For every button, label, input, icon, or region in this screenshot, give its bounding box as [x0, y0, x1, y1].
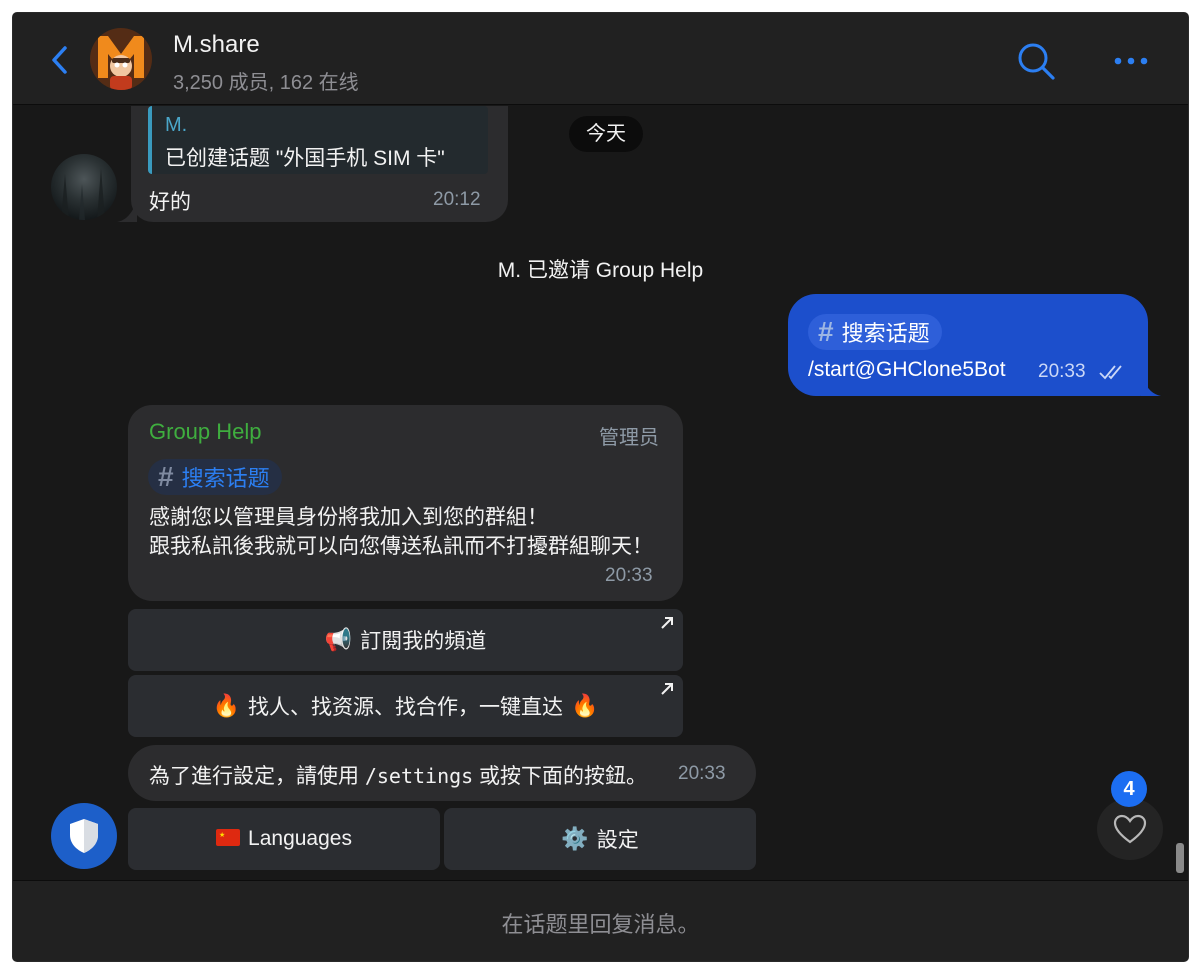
button-label: Languages: [248, 827, 352, 850]
message-text: 好的: [149, 191, 191, 214]
telegram-window: M.share 3,250 成员, 162 在线 今天 M. 已创建话题 "外国…: [13, 13, 1188, 961]
more-button[interactable]: [1111, 51, 1151, 71]
reply-in-topic-label[interactable]: 在话题里回复消息。: [13, 907, 1188, 939]
service-message: M. 已邀请 Group Help: [497, 259, 704, 282]
chat-title[interactable]: M.share: [173, 31, 260, 59]
back-button[interactable]: [46, 43, 76, 77]
reaction-count-badge[interactable]: 4: [1111, 771, 1147, 807]
reply-preview[interactable]: M. 已创建话题 "外国手机 SIM 卡": [148, 106, 488, 174]
message-text: /start@GHClone5Bot: [808, 358, 1006, 381]
user-avatar[interactable]: [51, 154, 117, 220]
shield-icon: [70, 819, 98, 853]
reply-author: M.: [165, 114, 188, 136]
china-flag-icon: ★: [216, 827, 241, 852]
topic-label: 搜索话题: [841, 321, 930, 346]
command-text[interactable]: /settings: [365, 764, 473, 788]
message-text: 為了進行設定，請使用 /settings 或按下面的按鈕。: [149, 760, 647, 790]
external-link-icon: [661, 617, 673, 629]
message-time: 20:33: [1038, 361, 1086, 382]
find-resources-button[interactable]: 🔥 找人、找资源、找合作，一键直达 🔥: [128, 675, 683, 737]
search-button[interactable]: [1016, 41, 1056, 81]
settings-button[interactable]: ⚙️ 設定: [444, 808, 756, 870]
search-icon: [1018, 43, 1055, 80]
external-link-icon: [661, 683, 673, 695]
message-time: 20:33: [605, 565, 653, 586]
languages-button[interactable]: ★ Languages: [128, 808, 440, 870]
fire-icon: 🔥: [212, 693, 240, 719]
subscribe-channel-button[interactable]: 📢 訂閱我的頻道: [128, 609, 683, 671]
button-label: 找人、找资源、找合作，一键直达: [248, 696, 563, 719]
topic-label: 搜索话题: [181, 466, 270, 491]
reply-text: 已创建话题 "外国手机 SIM 卡": [165, 147, 445, 170]
hashtag-icon: #: [818, 316, 834, 347]
group-logo-image: [90, 28, 152, 90]
message-list[interactable]: 今天 M. 已创建话题 "外国手机 SIM 卡" 好的 20:12 M. 已邀请…: [13, 106, 1188, 880]
bubble-tail: [117, 200, 137, 222]
fire-icon: 🔥: [571, 693, 599, 719]
read-checkmarks-icon: [1099, 365, 1122, 380]
text-before: 為了進行設定，請使用: [149, 765, 365, 788]
message-time: 20:33: [678, 763, 726, 784]
outgoing-message-bubble[interactable]: # 搜索话题 /start@GHClone5Bot 20:33: [788, 294, 1161, 396]
bot-avatar[interactable]: [51, 803, 117, 869]
svg-text:★: ★: [219, 831, 225, 839]
forest-photo-image: [61, 168, 105, 220]
heart-icon: [1113, 814, 1147, 844]
group-avatar[interactable]: [90, 28, 152, 90]
bot-message-bubble[interactable]: Group Help 管理员 # 搜索话题 感謝您以管理員身份將我加入到您的群組…: [128, 405, 683, 601]
button-label: 訂閱我的頻道: [360, 630, 487, 653]
sender-name[interactable]: Group Help: [149, 419, 262, 445]
hashtag-icon: #: [158, 461, 174, 492]
date-separator: 今天: [569, 116, 643, 152]
topic-chip[interactable]: # 搜索话题: [808, 314, 942, 350]
gear-icon: ⚙️: [561, 826, 589, 852]
button-label: 設定: [596, 829, 639, 852]
scrollbar-thumb[interactable]: [1176, 843, 1184, 873]
megaphone-icon: 📢: [324, 627, 353, 653]
member-count: 3,250 成员, 162 在线: [173, 72, 359, 94]
chat-header: M.share 3,250 成员, 162 在线: [13, 13, 1188, 105]
text-after: 或按下面的按鈕。: [473, 765, 648, 788]
bubble-tail: [1141, 374, 1161, 396]
reactions-button[interactable]: [1097, 798, 1163, 860]
chevron-left-icon: [52, 46, 67, 74]
message-text: 感謝您以管理員身份將我加入到您的群組！ 跟我私訊後我就可以向您傳送私訊而不打擾群…: [149, 506, 653, 558]
reply-bar[interactable]: 在话题里回复消息。: [13, 880, 1188, 961]
settings-message-bubble[interactable]: 為了進行設定，請使用 /settings 或按下面的按鈕。 20:33: [128, 745, 756, 801]
ellipsis-icon: [1114, 57, 1148, 65]
topic-chip[interactable]: # 搜索话题: [148, 459, 282, 495]
message-time: 20:12: [433, 189, 481, 210]
admin-badge: 管理员: [599, 427, 659, 449]
message-bubble[interactable]: M. 已创建话题 "外国手机 SIM 卡" 好的 20:12: [117, 106, 508, 222]
